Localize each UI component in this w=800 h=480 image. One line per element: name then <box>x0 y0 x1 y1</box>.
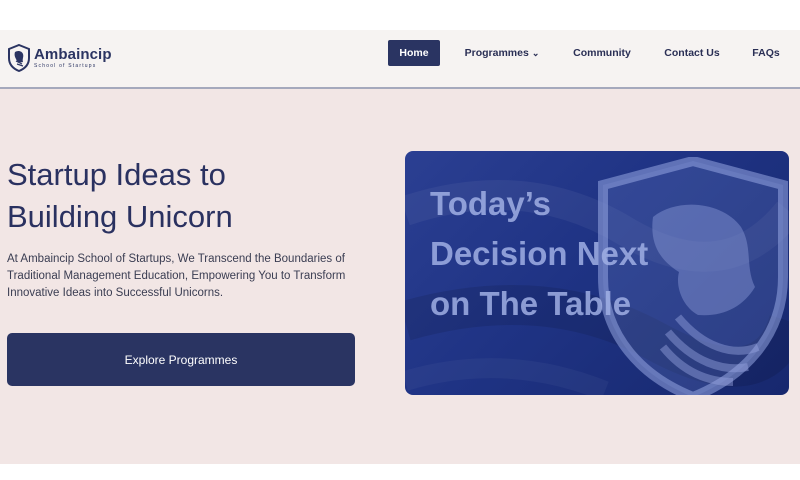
nav-contact-link[interactable]: Contact Us <box>662 40 722 66</box>
nav-home-link[interactable]: Home <box>388 40 440 66</box>
nav-programmes-label: Programmes <box>464 47 529 59</box>
hero-title: Startup Ideas to Building Unicorn <box>7 157 233 234</box>
nav-contact-label: Contact Us <box>664 47 720 59</box>
hero-description: At Ambaincip School of Startups, We Tran… <box>7 253 346 299</box>
hero-section: Startup Ideas to Building Unicorn At Amb… <box>0 89 800 464</box>
nav-community-label: Community <box>573 47 631 59</box>
nav-community-link[interactable]: Community <box>570 40 634 66</box>
explore-programmes-button[interactable]: Explore Programmes <box>7 333 355 386</box>
hero-banner-image: Today’s Decision Next on The Table <box>405 151 789 395</box>
banner-tagline: Today’s Decision Next on The Table <box>430 185 649 322</box>
chevron-down-icon: ⌄ <box>531 48 540 58</box>
nav-faqs-link[interactable]: FAQs <box>748 40 784 66</box>
nav-home-label: Home <box>399 47 429 59</box>
top-navbar: Ambaincip School of Startups Home Progra… <box>0 30 800 89</box>
brand-tagline: School of Startups <box>34 63 97 69</box>
nav-faqs-label: FAQs <box>752 47 780 59</box>
nav-programmes-dropdown[interactable]: Programmes ⌄ <box>463 40 541 66</box>
brand-name: Ambaincip <box>34 46 112 63</box>
brand-logo[interactable]: Ambaincip School of Startups <box>8 43 112 73</box>
lion-shield-icon <box>8 44 30 72</box>
